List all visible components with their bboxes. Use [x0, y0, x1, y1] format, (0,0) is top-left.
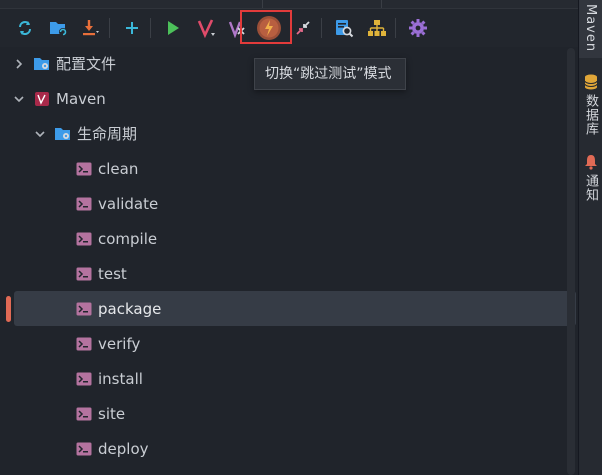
- chevron-down-icon[interactable]: [33, 127, 47, 141]
- selection-marker: [6, 296, 11, 322]
- execute-maven-goal-button[interactable]: [192, 13, 222, 43]
- side-tab-notifications[interactable]: 通知: [579, 154, 602, 208]
- goal-icon: [75, 441, 93, 457]
- tree-node-lifecycle[interactable]: 生命周期: [0, 116, 578, 151]
- lightning-icon: [257, 16, 281, 40]
- goal-deploy[interactable]: deploy: [0, 431, 578, 466]
- tab-divider: [262, 0, 263, 8]
- hierarchy-icon: [368, 20, 386, 36]
- goal-test[interactable]: test: [0, 256, 578, 291]
- toolbar-separator: [321, 18, 322, 38]
- maven-project-icon: [33, 91, 51, 107]
- maven-m-icon: [197, 19, 215, 38]
- goal-label: test: [98, 264, 127, 283]
- bell-icon: [584, 155, 597, 170]
- maven-toolbar: [0, 9, 578, 47]
- goal-icon: [75, 266, 93, 282]
- side-tab-database[interactable]: 数据库: [579, 74, 602, 144]
- goal-validate[interactable]: validate: [0, 186, 578, 221]
- side-tab-label: Maven: [583, 4, 598, 53]
- gear-icon: [409, 19, 427, 37]
- database-icon: [584, 74, 597, 90]
- goal-label: compile: [98, 229, 158, 248]
- chevron-right-icon[interactable]: [12, 57, 26, 71]
- chevron-down-icon[interactable]: [12, 92, 26, 106]
- goal-label: site: [98, 404, 126, 423]
- toolbar-separator: [395, 18, 396, 38]
- side-tab-label: 数据库: [583, 94, 598, 136]
- run-maven-build-button[interactable]: [158, 13, 188, 43]
- maven-tool-window: 切换“跳过测试”模式 配置文件 Maven 生命周期 clean validat…: [0, 0, 602, 475]
- toolbar-separator: [150, 18, 151, 38]
- goal-label: deploy: [98, 439, 149, 458]
- show-dependencies-button[interactable]: [329, 13, 359, 43]
- side-tab-maven[interactable]: Maven: [579, 0, 602, 58]
- maven-settings-button[interactable]: [403, 13, 433, 43]
- goal-verify[interactable]: verify: [0, 326, 578, 361]
- goal-clean[interactable]: clean: [0, 151, 578, 186]
- goal-site[interactable]: site: [0, 396, 578, 431]
- goal-icon: [75, 161, 93, 177]
- goal-label: verify: [98, 334, 141, 353]
- goal-icon: [75, 301, 93, 317]
- collapse-icon: [296, 21, 310, 35]
- goal-icon: [75, 336, 93, 352]
- goal-icon: [75, 196, 93, 212]
- tree-label-profiles: 配置文件: [56, 55, 117, 73]
- goal-package[interactable]: package: [14, 291, 576, 326]
- toolbar-separator: [109, 18, 110, 38]
- profiles-folder-icon: [33, 56, 51, 72]
- goal-label: install: [98, 369, 143, 388]
- download-sources-button[interactable]: [76, 13, 106, 43]
- tree-label-lifecycle: 生命周期: [77, 125, 138, 143]
- goal-icon: [75, 371, 93, 387]
- plus-icon: [126, 22, 138, 34]
- collapse-all-button[interactable]: [288, 13, 318, 43]
- goal-label: validate: [98, 194, 159, 213]
- download-icon: [83, 20, 99, 36]
- side-tab-label: 通知: [583, 174, 598, 202]
- goal-install[interactable]: install: [0, 361, 578, 396]
- goal-compile[interactable]: compile: [0, 221, 578, 256]
- sync-icon: [19, 21, 31, 35]
- toggle-skip-tests-mode-button[interactable]: [254, 13, 284, 43]
- lifecycle-folder-icon: [54, 126, 72, 142]
- goal-label: clean: [98, 159, 139, 178]
- analyze-icon: [336, 20, 354, 38]
- tab-divider: [381, 0, 382, 8]
- vertical-scrollbar[interactable]: [567, 48, 575, 475]
- add-maven-project-button[interactable]: [117, 13, 147, 43]
- show-diagram-button[interactable]: [362, 13, 392, 43]
- goal-icon: [75, 231, 93, 247]
- run-icon: [168, 21, 179, 35]
- right-tool-strip: Maven 数据库 通知: [579, 0, 602, 475]
- goal-icon: [75, 406, 93, 422]
- generate-sources-button[interactable]: [43, 13, 73, 43]
- goal-label: package: [98, 299, 162, 318]
- tree-label-maven-project: Maven: [56, 89, 106, 108]
- tab-strip: [0, 0, 578, 9]
- tree-node-maven-project[interactable]: Maven: [0, 81, 578, 116]
- reload-all-projects-button[interactable]: [10, 13, 40, 43]
- folder-refresh-icon: [50, 22, 67, 36]
- tree-node-profiles[interactable]: 配置文件: [0, 46, 578, 81]
